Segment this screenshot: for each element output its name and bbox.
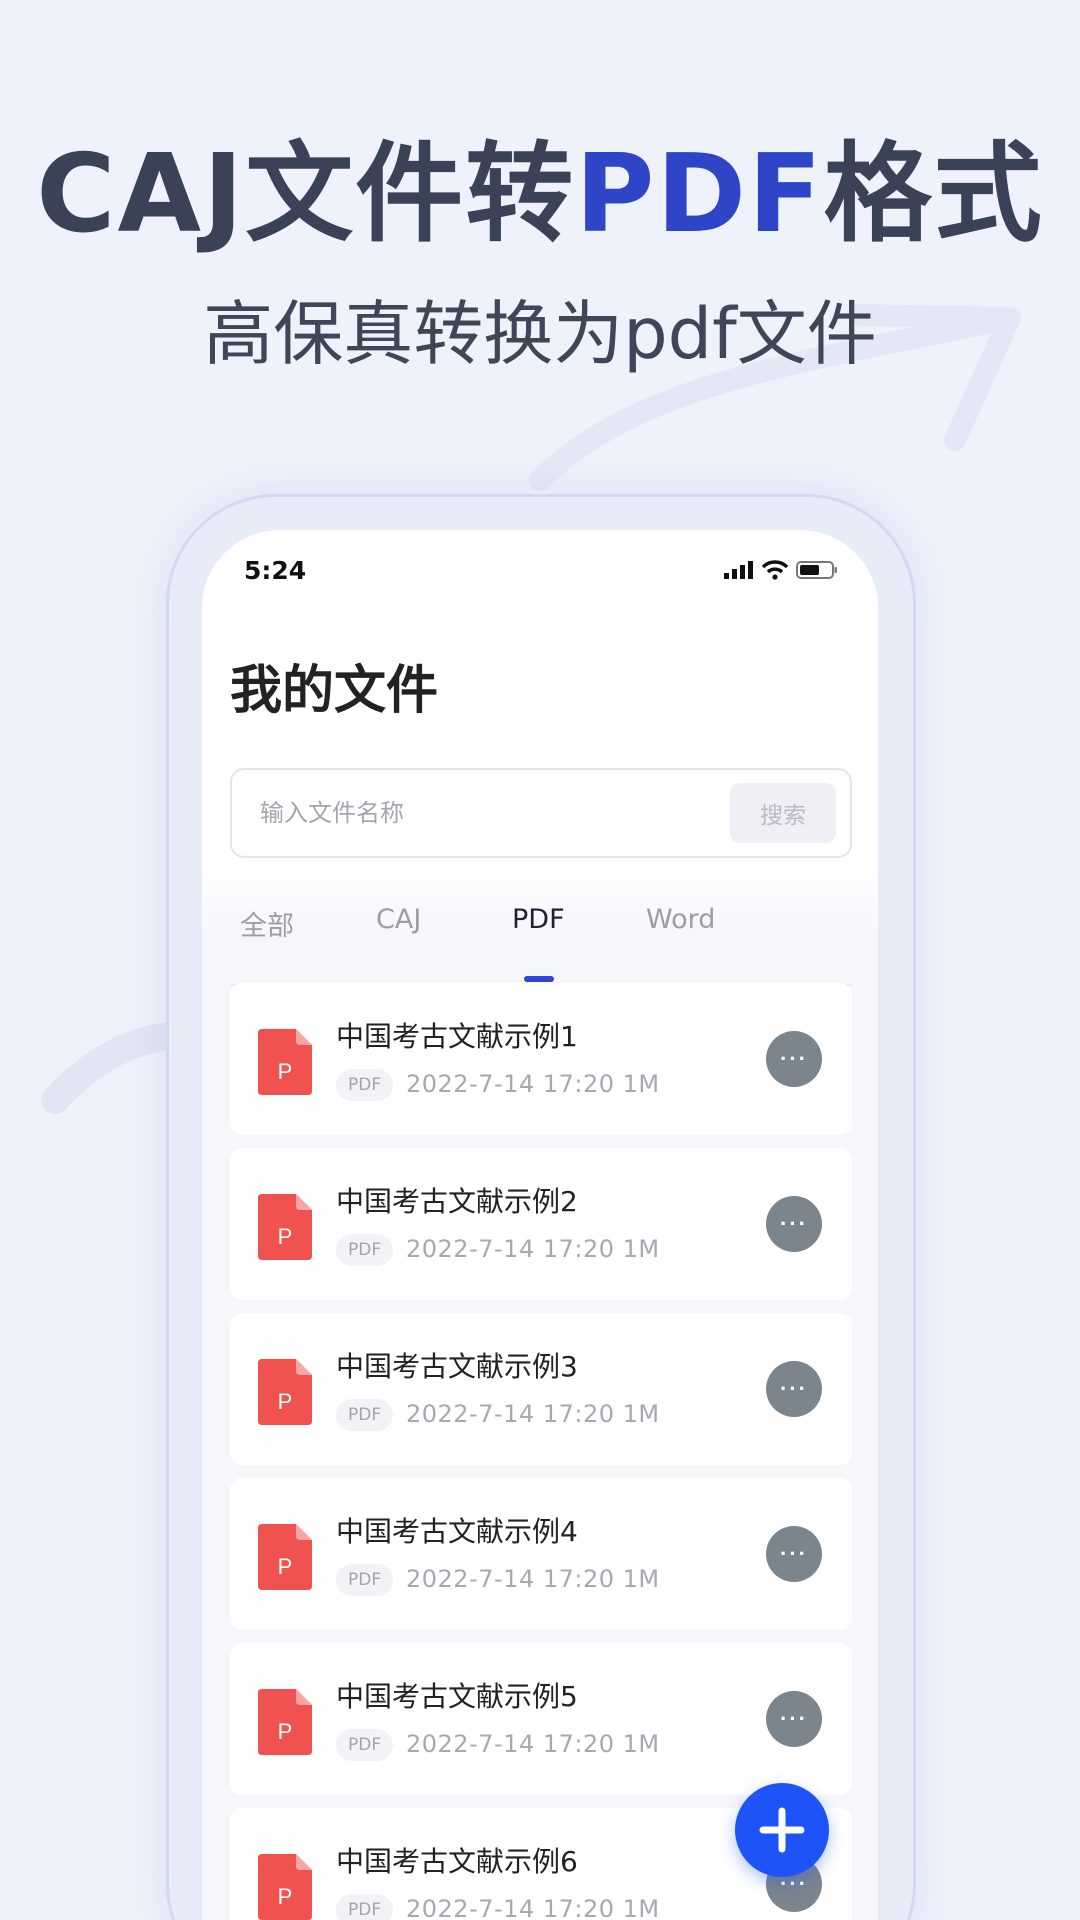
file-card[interactable]: P 中国考古文献示例2 PDF 2022-7-14 17:20 1M ··· xyxy=(230,1148,852,1300)
tab-pdf[interactable]: PDF xyxy=(512,904,565,935)
file-name: 中国考古文献示例6 xyxy=(336,1845,578,1878)
tab-all[interactable]: 全部 xyxy=(240,904,294,943)
file-card[interactable]: P 中国考古文献示例3 PDF 2022-7-14 17:20 1M ··· xyxy=(230,1313,852,1465)
active-tab-indicator xyxy=(524,976,554,982)
more-options-button[interactable]: ··· xyxy=(766,1031,822,1087)
wifi-icon xyxy=(762,560,788,580)
file-type-badge: PDF xyxy=(336,1069,394,1101)
file-icon-letter: P xyxy=(278,1224,293,1249)
file-card[interactable]: P 中国考古文献示例1 PDF 2022-7-14 17:20 1M ··· xyxy=(230,983,852,1135)
hero-title: CAJ文件转PDF格式 xyxy=(0,130,1080,260)
status-time: 5:24 xyxy=(244,556,307,585)
file-meta: 2022-7-14 17:20 1M xyxy=(406,1235,660,1263)
add-file-button[interactable] xyxy=(735,1783,829,1877)
hero-title-part2: 格式 xyxy=(823,132,1044,257)
file-type-badge: PDF xyxy=(336,1894,394,1920)
more-options-button[interactable]: ··· xyxy=(766,1691,822,1747)
file-type-badge: PDF xyxy=(336,1234,394,1266)
pdf-file-icon: P xyxy=(258,1689,312,1755)
more-options-button[interactable]: ··· xyxy=(766,1361,822,1417)
tab-caj[interactable]: CAJ xyxy=(376,904,421,935)
file-name: 中国考古文献示例1 xyxy=(336,1020,578,1053)
pdf-file-icon: P xyxy=(258,1524,312,1590)
hero-title-accent: PDF xyxy=(575,132,824,257)
hero-subtitle: 高保真转换为pdf文件 xyxy=(203,293,877,375)
file-icon-letter: P xyxy=(278,1554,293,1579)
more-dots-icon: ··· xyxy=(780,1706,808,1731)
battery-icon xyxy=(796,561,837,579)
phone-screen: 5:24 我的文件 搜索 全部 CAJ PDF Word P xyxy=(202,530,878,1920)
file-name: 中国考古文献示例5 xyxy=(336,1680,578,1713)
file-meta: 2022-7-14 17:20 1M xyxy=(406,1730,660,1758)
file-meta: 2022-7-14 17:20 1M xyxy=(406,1400,660,1428)
pdf-file-icon: P xyxy=(258,1854,312,1920)
file-type-badge: PDF xyxy=(336,1729,394,1761)
search-input[interactable] xyxy=(260,770,700,856)
status-icons xyxy=(724,560,838,580)
search-box: 搜索 xyxy=(230,768,852,858)
file-meta: 2022-7-14 17:20 1M xyxy=(406,1565,660,1593)
file-name: 中国考古文献示例4 xyxy=(336,1515,578,1548)
file-meta: 2022-7-14 17:20 1M xyxy=(406,1070,660,1098)
more-dots-icon: ··· xyxy=(780,1046,808,1071)
tab-word[interactable]: Word xyxy=(646,904,715,935)
more-options-button[interactable]: ··· xyxy=(766,1526,822,1582)
file-name: 中国考古文献示例3 xyxy=(336,1350,578,1383)
pdf-file-icon: P xyxy=(258,1029,312,1095)
pdf-file-icon: P xyxy=(258,1194,312,1260)
signal-icon xyxy=(724,561,753,579)
more-options-button[interactable]: ··· xyxy=(766,1196,822,1252)
file-type-badge: PDF xyxy=(336,1564,394,1596)
file-icon-letter: P xyxy=(278,1884,293,1909)
more-dots-icon: ··· xyxy=(780,1376,808,1401)
hero-title-part1: CAJ文件转 xyxy=(36,132,576,257)
page-title: 我的文件 xyxy=(230,661,439,721)
plus-icon xyxy=(759,1807,805,1853)
file-icon-letter: P xyxy=(278,1719,293,1744)
search-button[interactable]: 搜索 xyxy=(730,783,836,843)
file-name: 中国考古文献示例2 xyxy=(336,1185,578,1218)
more-dots-icon: ··· xyxy=(780,1541,808,1566)
file-icon-letter: P xyxy=(278,1059,293,1084)
file-type-tabs: 全部 CAJ PDF Word xyxy=(230,890,852,986)
file-card[interactable]: P 中国考古文献示例5 PDF 2022-7-14 17:20 1M ··· xyxy=(230,1643,852,1795)
file-meta: 2022-7-14 17:20 1M xyxy=(406,1895,660,1920)
file-card[interactable]: P 中国考古文献示例4 PDF 2022-7-14 17:20 1M ··· xyxy=(230,1478,852,1630)
file-type-badge: PDF xyxy=(336,1399,394,1431)
more-dots-icon: ··· xyxy=(780,1211,808,1236)
pdf-file-icon: P xyxy=(258,1359,312,1425)
file-icon-letter: P xyxy=(278,1389,293,1414)
